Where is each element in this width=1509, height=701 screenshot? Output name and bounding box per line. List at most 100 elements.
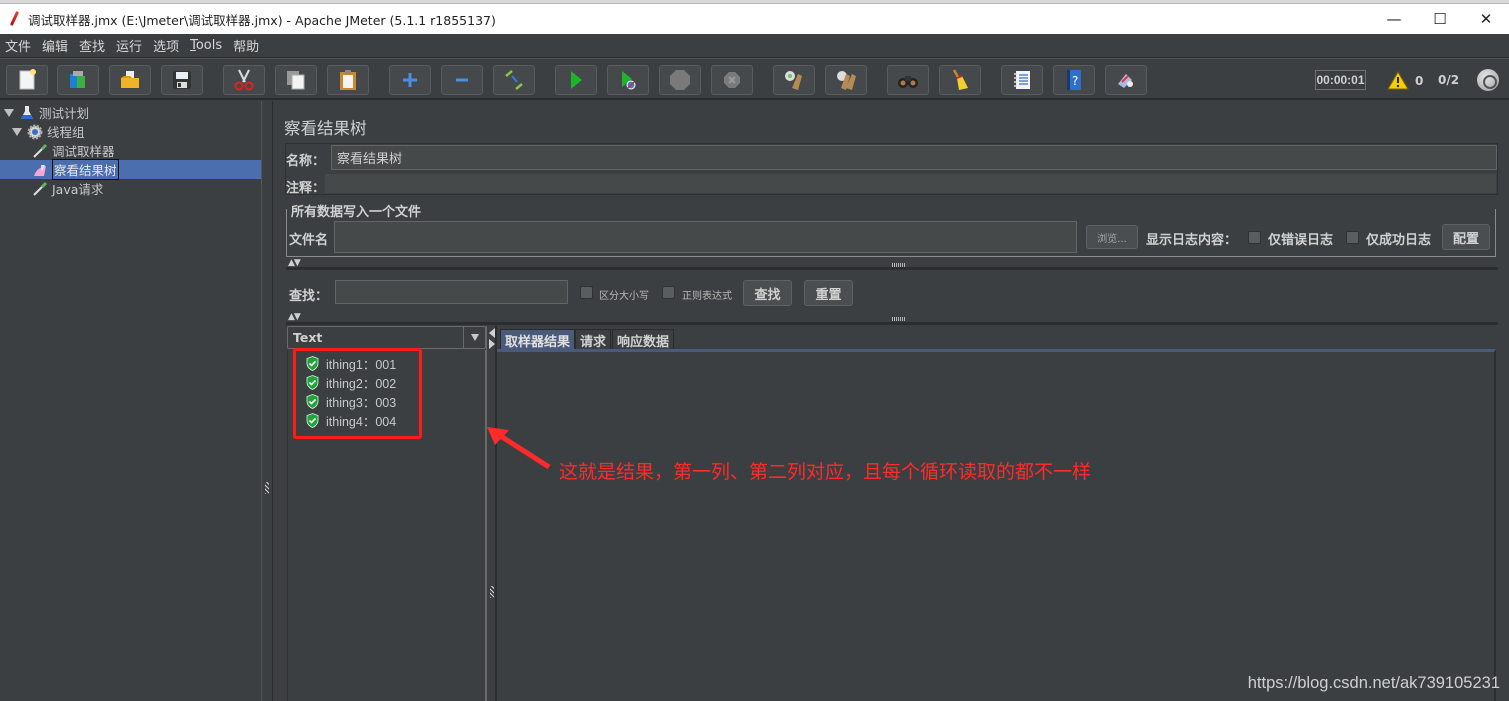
menu-edit[interactable]: 编辑 — [37, 36, 73, 55]
play-no-timer-icon — [622, 71, 636, 90]
tab-response-data[interactable]: 响应数据 — [612, 329, 675, 350]
reset-search-button[interactable] — [939, 65, 981, 95]
errors-only-checkbox[interactable] — [1248, 231, 1261, 244]
menu-bar: 文件 编辑 查找 运行 选项 Tools 帮助 — [0, 34, 1509, 58]
tab-sampler-result[interactable]: 取样器结果 — [500, 329, 576, 350]
gear-icon — [27, 124, 43, 139]
menu-search[interactable]: 查找 — [74, 36, 110, 55]
tree-item-debug-sampler[interactable]: 调试取样器 — [32, 141, 115, 160]
regex-label: 正则表达式 — [682, 291, 732, 302]
paste-button[interactable] — [327, 65, 369, 95]
menu-options[interactable]: 选项 — [148, 36, 184, 55]
remote-status-icon[interactable] — [1477, 69, 1499, 91]
broom-gear-all-icon — [837, 71, 856, 90]
splitter-grip[interactable] — [265, 482, 269, 494]
floppy-icon — [173, 71, 191, 89]
success-only-checkbox[interactable] — [1346, 231, 1359, 244]
maximize-button[interactable]: ☐ — [1417, 4, 1463, 34]
expanded-triangle-icon[interactable] — [4, 108, 14, 117]
splitter-arrows-icon[interactable] — [488, 327, 496, 349]
tree-item-thread-group[interactable]: 线程组 — [12, 122, 85, 141]
divider — [286, 267, 1498, 270]
function-helper-button[interactable] — [1001, 65, 1043, 95]
search-submit-button[interactable]: 查找 — [743, 280, 792, 306]
remote-button[interactable] — [1105, 65, 1147, 95]
jmeter-feather-icon — [8, 11, 22, 27]
tree-item-test-plan[interactable]: 测试计划 — [4, 103, 89, 122]
toolbar: ? 00:00:01 0 0/2 — [0, 58, 1509, 100]
chevron-down-icon[interactable] — [463, 327, 485, 348]
pipette-icon — [33, 143, 48, 158]
stop-button[interactable] — [659, 65, 701, 95]
copy-button[interactable] — [275, 65, 317, 95]
templates-button[interactable] — [57, 65, 99, 95]
help-book-icon: ? — [1067, 70, 1081, 90]
annotation-arrow-icon — [487, 427, 551, 470]
search-label: 查找： — [289, 289, 329, 304]
tree-item-label: Java请求 — [52, 182, 104, 197]
close-button[interactable]: ✕ — [1463, 4, 1509, 34]
clipboard-icon — [340, 70, 356, 90]
help-button[interactable]: ? — [1053, 65, 1095, 95]
play-icon — [571, 71, 582, 89]
tree-splitter[interactable] — [261, 101, 273, 701]
regex-checkbox[interactable] — [662, 286, 675, 299]
collapse-all-button[interactable] — [441, 65, 483, 95]
menu-tools[interactable]: Tools — [185, 38, 227, 53]
warning-counter[interactable]: 0 — [1387, 71, 1423, 90]
collapse-expand-arrows-2[interactable]: ▲▼ — [288, 312, 301, 322]
stop-sign-icon — [670, 70, 690, 90]
expanded-triangle-icon[interactable] — [12, 127, 22, 136]
toggle-button[interactable] — [493, 65, 535, 95]
watermark: https://blog.csdn.net/ak739105231 — [1247, 674, 1500, 692]
broom-icon — [952, 69, 968, 90]
expand-all-button[interactable] — [389, 65, 431, 95]
title-bar: 调试取样器.jmx (E:\Jmeter\调试取样器.jmx) - Apache… — [0, 4, 1509, 34]
browse-button[interactable]: 浏览... — [1086, 225, 1138, 249]
folder-open-icon — [121, 71, 139, 88]
tree-item-java-request[interactable]: Java请求 — [32, 179, 103, 198]
search-button[interactable] — [887, 65, 929, 95]
splitter-grip[interactable] — [490, 586, 494, 598]
renderer-select[interactable]: Text — [287, 326, 486, 349]
tab-request[interactable]: 请求 — [575, 329, 612, 350]
menu-help[interactable]: 帮助 — [228, 36, 264, 55]
save-button[interactable] — [161, 65, 203, 95]
start-no-pauses-button[interactable] — [607, 65, 649, 95]
menu-file[interactable]: 文件 — [0, 36, 36, 55]
search-input[interactable] — [335, 280, 568, 304]
filename-label: 文件名 — [289, 233, 329, 248]
result-detail-pane — [497, 349, 1496, 701]
splitter-grip[interactable] — [892, 317, 906, 321]
clear-button[interactable] — [773, 65, 815, 95]
menu-run[interactable]: 运行 — [111, 36, 147, 55]
configure-button[interactable]: 配置 — [1442, 224, 1490, 250]
active-threads: 0/2 — [1438, 73, 1460, 87]
reset-button[interactable]: 重置 — [804, 280, 853, 306]
shutdown-button[interactable] — [711, 65, 753, 95]
window-title: 调试取样器.jmx (E:\Jmeter\调试取样器.jmx) - Apache… — [28, 12, 496, 28]
plus-icon — [403, 73, 417, 87]
case-sensitive-checkbox[interactable] — [580, 286, 593, 299]
name-input-value: 察看结果树 — [337, 152, 403, 167]
new-button[interactable] — [6, 65, 48, 95]
new-icon — [19, 69, 36, 90]
results-splitter[interactable] — [486, 326, 497, 701]
flask-icon — [21, 105, 33, 119]
filename-input[interactable] — [334, 221, 1077, 253]
log-content-label: 显示日志内容： — [1146, 233, 1238, 248]
cut-button[interactable] — [223, 65, 265, 95]
tree-item-view-results-tree[interactable]: 察看结果树 — [0, 159, 261, 180]
name-input[interactable]: 察看结果树 — [331, 145, 1497, 170]
write-to-file-legend: 所有数据写入一个文件 — [289, 201, 424, 220]
open-button[interactable] — [109, 65, 151, 95]
warning-icon — [1387, 71, 1409, 90]
minimize-button[interactable]: — — [1371, 4, 1417, 34]
start-button[interactable] — [555, 65, 597, 95]
view-results-tree-panel: 察看结果树 名称： 察看结果树 注释： 所有数据写入一个文件 文件名 浏览...… — [273, 101, 1509, 701]
clear-all-button[interactable] — [825, 65, 867, 95]
binoculars-icon — [898, 76, 918, 88]
tree-item-label: 线程组 — [47, 125, 85, 140]
scissors-icon — [234, 69, 254, 91]
comment-input[interactable] — [325, 174, 1496, 193]
